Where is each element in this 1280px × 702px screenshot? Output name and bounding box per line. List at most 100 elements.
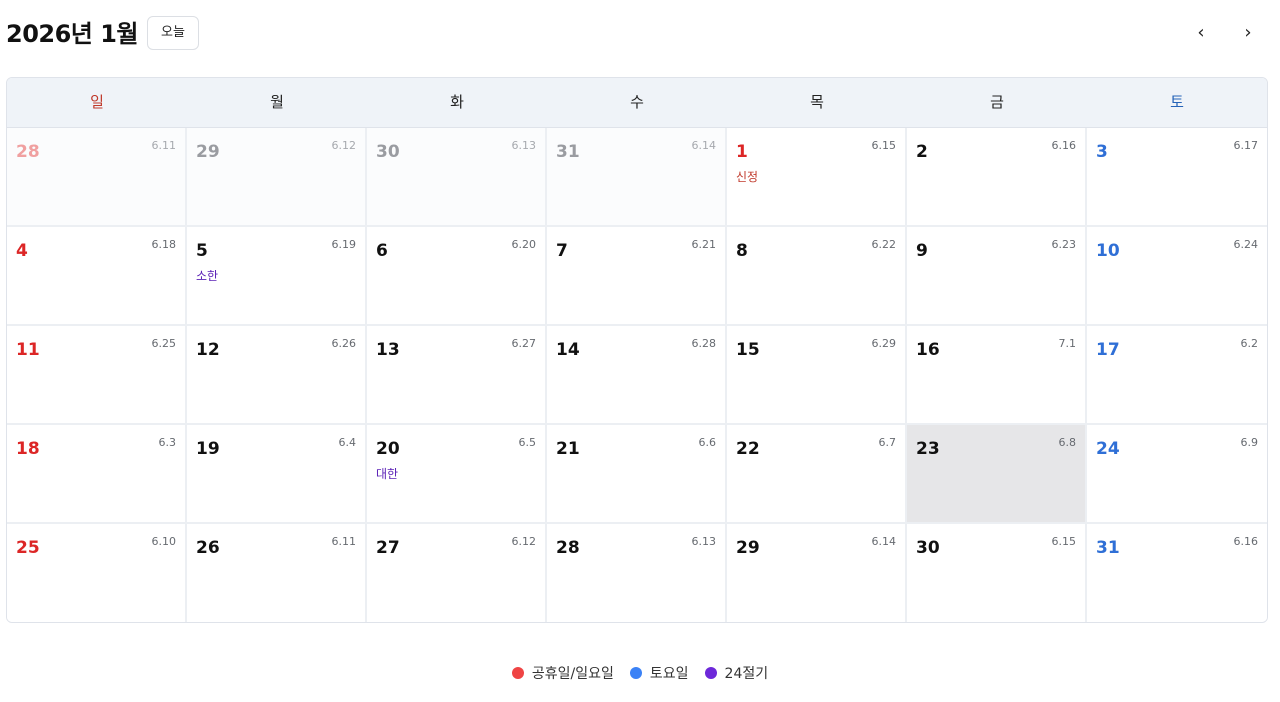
weekday-label: 토: [1170, 93, 1184, 111]
lunar-date: 6.8: [1058, 436, 1077, 449]
day-number: 28: [556, 538, 580, 558]
lunar-date: 6.6: [698, 436, 717, 449]
day-number: 7: [556, 241, 568, 261]
day-cell[interactable]: 9 6.23: [907, 227, 1087, 326]
lunar-date: 6.22: [871, 238, 897, 251]
day-cell[interactable]: 17 6.2: [1087, 326, 1267, 425]
day-cell[interactable]: 14 6.28: [547, 326, 727, 425]
day-cell[interactable]: 30 6.13: [367, 128, 547, 227]
day-number: 13: [376, 340, 400, 360]
day-cell[interactable]: 8 6.22: [727, 227, 907, 326]
day-cell[interactable]: 2 6.16: [907, 128, 1087, 227]
weekday-label: 금: [990, 93, 1004, 111]
day-number: 1: [736, 142, 748, 162]
day-number: 25: [16, 538, 40, 558]
legend: 공휴일/일요일 토요일 24절기: [0, 662, 1280, 684]
day-cell[interactable]: 4 6.18: [7, 227, 187, 326]
day-number: 11: [16, 340, 40, 360]
day-number: 8: [736, 241, 748, 261]
month-title: 2026년 1월: [6, 20, 139, 48]
day-number: 14: [556, 340, 580, 360]
day-number: 19: [196, 439, 220, 459]
day-cell[interactable]: 5 6.19 소한: [187, 227, 367, 326]
day-cell[interactable]: 28 6.11: [7, 128, 187, 227]
lunar-date: 6.16: [1233, 535, 1259, 548]
lunar-date: 6.11: [331, 535, 357, 548]
lunar-date: 6.15: [871, 139, 897, 152]
lunar-date: 6.14: [871, 535, 897, 548]
today-button[interactable]: 오늘: [147, 16, 199, 50]
day-number: 4: [16, 241, 28, 261]
day-number: 17: [1096, 340, 1120, 360]
day-cell[interactable]: 1 6.15 신정: [727, 128, 907, 227]
day-cell[interactable]: 6 6.20: [367, 227, 547, 326]
day-number: 30: [916, 538, 940, 558]
legend-dot-icon: [511, 667, 524, 679]
calendar-header: 2026년 1월 오늘 ‹ ›: [6, 16, 1268, 52]
lunar-date: 6.3: [158, 436, 177, 449]
calendar-grid: 일월화수목금토 28 6.11 29 6.12 30 6.13 31 6.14 1 6.15 신정 2…: [6, 77, 1268, 623]
day-cell[interactable]: 26 6.11: [187, 524, 367, 622]
lunar-date: 6.12: [331, 139, 357, 152]
lunar-date: 6.13: [691, 535, 717, 548]
day-cell[interactable]: 11 6.25: [7, 326, 187, 425]
lunar-date: 6.29: [871, 337, 897, 350]
day-cell[interactable]: 7 6.21: [547, 227, 727, 326]
lunar-date: 6.20: [511, 238, 537, 251]
day-cell[interactable]: 29 6.12: [187, 128, 367, 227]
day-number: 22: [736, 439, 760, 459]
day-cell[interactable]: 10 6.24: [1087, 227, 1267, 326]
day-number: 20: [376, 439, 400, 459]
day-cell[interactable]: 3 6.17: [1087, 128, 1267, 227]
day-cell[interactable]: 28 6.13: [547, 524, 727, 622]
lunar-date: 6.17: [1233, 139, 1259, 152]
day-number: 30: [376, 142, 400, 162]
legend-dot-icon: [629, 667, 642, 679]
day-cell[interactable]: 13 6.27: [367, 326, 547, 425]
day-cell[interactable]: 22 6.7: [727, 425, 907, 524]
lunar-date: 6.10: [151, 535, 177, 548]
lunar-date: 6.23: [1051, 238, 1077, 251]
legend-item: 토요일: [629, 663, 689, 683]
day-number: 5: [196, 241, 208, 261]
lunar-date: 6.21: [691, 238, 717, 251]
day-number: 21: [556, 439, 580, 459]
day-cell[interactable]: 24 6.9: [1087, 425, 1267, 524]
day-cell[interactable]: 18 6.3: [7, 425, 187, 524]
day-cell[interactable]: 30 6.15: [907, 524, 1087, 622]
legend-item: 24절기: [704, 663, 769, 683]
day-number: 2: [916, 142, 928, 162]
weekday-label: 화: [450, 93, 464, 111]
lunar-date: 6.25: [151, 337, 177, 350]
day-cell[interactable]: 19 6.4: [187, 425, 367, 524]
lunar-date: 6.2: [1240, 337, 1259, 350]
solar-term-label: 대한: [376, 467, 399, 481]
legend-item: 공휴일/일요일: [511, 663, 614, 683]
day-number: 18: [16, 439, 40, 459]
day-cell[interactable]: 27 6.12: [367, 524, 547, 622]
legend-dot-icon: [704, 667, 717, 679]
day-number: 23: [916, 439, 940, 459]
chevron-right-icon[interactable]: ›: [1235, 20, 1261, 46]
day-cell[interactable]: 20 6.5 대한: [367, 425, 547, 524]
chevron-left-icon[interactable]: ‹: [1188, 20, 1214, 46]
day-cell[interactable]: 25 6.10: [7, 524, 187, 622]
weekday-header: 일월화수목금토: [7, 78, 1267, 128]
day-cell[interactable]: 12 6.26: [187, 326, 367, 425]
day-cell[interactable]: 31 6.16: [1087, 524, 1267, 622]
legend-label: 공휴일/일요일: [531, 666, 614, 682]
lunar-date: 6.18: [151, 238, 177, 251]
legend-label: 24절기: [724, 666, 769, 682]
day-cell[interactable]: 23 6.8: [907, 425, 1087, 524]
lunar-date: 6.12: [511, 535, 537, 548]
holiday-label: 신정: [736, 170, 759, 184]
lunar-date: 6.7: [878, 436, 897, 449]
day-cell[interactable]: 16 7.1: [907, 326, 1087, 425]
day-cell[interactable]: 15 6.29: [727, 326, 907, 425]
lunar-date: 6.24: [1233, 238, 1259, 251]
legend-label: 토요일: [649, 666, 689, 682]
day-number: 31: [556, 142, 580, 162]
day-cell[interactable]: 31 6.14: [547, 128, 727, 227]
day-cell[interactable]: 21 6.6: [547, 425, 727, 524]
day-cell[interactable]: 29 6.14: [727, 524, 907, 622]
